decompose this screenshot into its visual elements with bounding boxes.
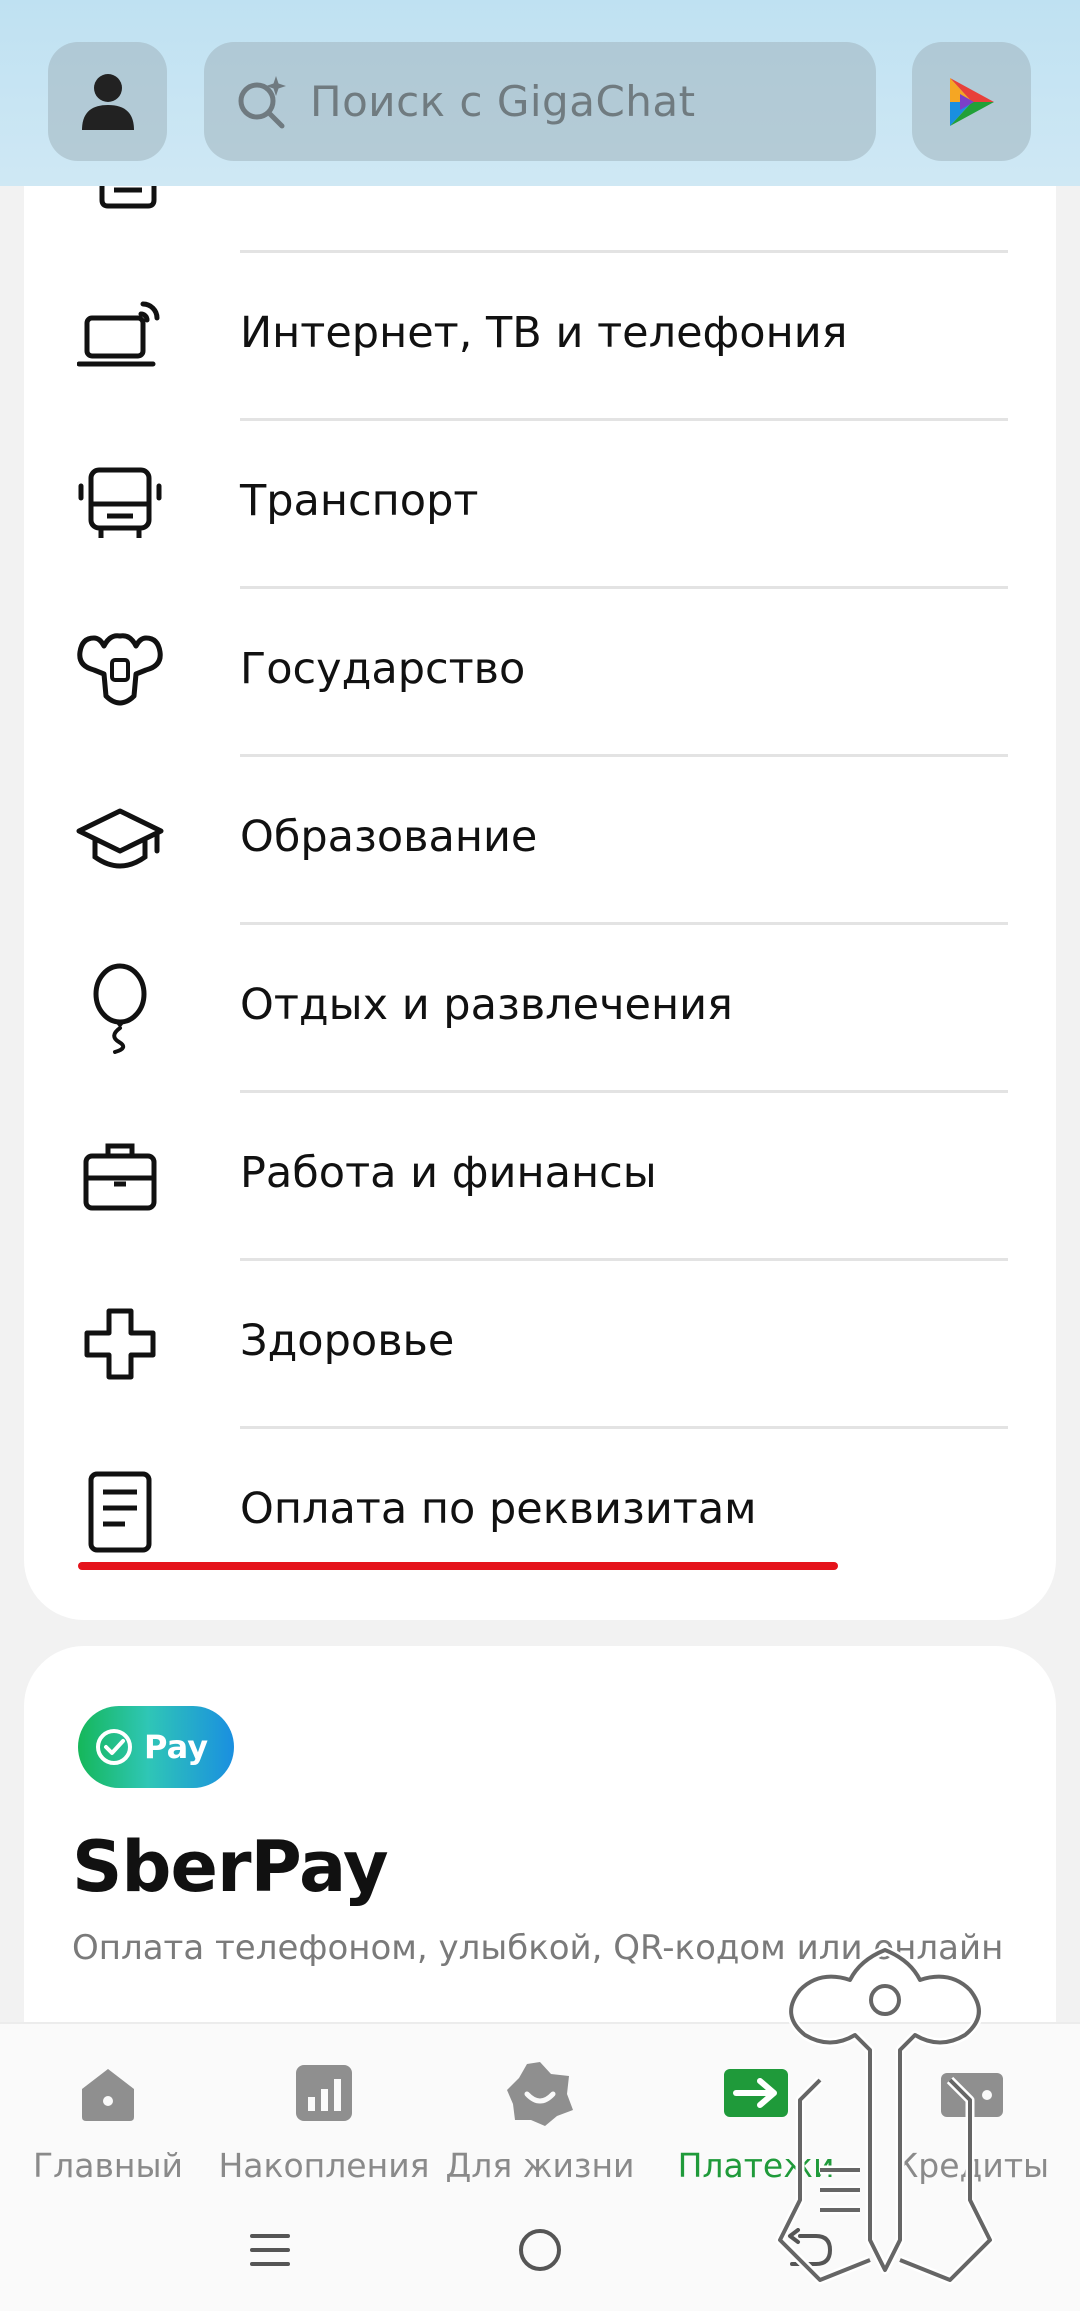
key-emblem-watermark: [775, 1945, 995, 2285]
category-leisure[interactable]: Отдых и развлечения: [24, 922, 1056, 1090]
category-work-finance[interactable]: Работа и финансы: [24, 1090, 1056, 1258]
search-input[interactable]: Поиск с GigaChat: [204, 42, 876, 161]
category-transport[interactable]: Транспорт: [24, 418, 1056, 586]
category-label: Транспорт: [240, 476, 479, 526]
recent-apps-button[interactable]: [230, 2218, 310, 2282]
category-internet-tv-phone[interactable]: Интернет, ТВ и телефония: [24, 250, 1056, 418]
bus-icon: [74, 458, 166, 550]
partial-document-icon: [99, 186, 157, 209]
profile-button[interactable]: [48, 42, 167, 161]
payment-categories-card: Интернет, ТВ и телефония Транспорт Госуд…: [24, 100, 1056, 1620]
category-label: Государство: [240, 644, 526, 694]
divider: [240, 1426, 1008, 1429]
nav-item-savings[interactable]: Накопления: [216, 2058, 432, 2208]
home-system-button[interactable]: [500, 2218, 580, 2282]
divider: [240, 922, 1008, 925]
briefcase-icon: [74, 1130, 166, 1222]
nav-label: Накопления: [218, 2146, 430, 2185]
salute-assistant-icon: [949, 77, 994, 126]
balloon-icon: [74, 962, 166, 1054]
category-education[interactable]: Образование: [24, 754, 1056, 922]
sberpay-badge: Pay: [78, 1706, 234, 1788]
circle-icon: [519, 2229, 561, 2271]
category-label: Работа и финансы: [240, 1148, 657, 1198]
category-label: Отдых и развлечения: [240, 980, 733, 1030]
divider: [240, 754, 1008, 757]
category-label: Интернет, ТВ и телефония: [240, 308, 848, 358]
coat-of-arms-icon: [74, 626, 166, 718]
divider: [240, 1258, 1008, 1261]
menu-lines-icon: [250, 2234, 290, 2266]
nav-item-home[interactable]: Главный: [0, 2058, 216, 2208]
divider: [240, 586, 1008, 589]
search-placeholder: Поиск с GigaChat: [310, 77, 696, 126]
category-label: Оплата по реквизитам: [240, 1484, 757, 1534]
nav-item-for-life[interactable]: Для жизни: [432, 2058, 648, 2208]
nav-label: Главный: [33, 2146, 183, 2185]
check-circle-icon: [96, 1729, 132, 1765]
category-label: Здоровье: [240, 1316, 455, 1366]
home-icon: [73, 2058, 143, 2128]
medical-cross-icon: [74, 1298, 166, 1390]
top-header: Поиск с GigaChat: [0, 0, 1080, 186]
highlight-underline: [78, 1562, 838, 1570]
assistant-button[interactable]: [912, 42, 1031, 161]
divider: [240, 250, 1008, 253]
divider: [240, 418, 1008, 421]
gigachat-search-icon: [238, 75, 286, 128]
nav-label: Для жизни: [445, 2146, 635, 2185]
sberpay-title: SberPay: [72, 1826, 389, 1908]
document-icon: [74, 1466, 166, 1558]
category-health[interactable]: Здоровье: [24, 1258, 1056, 1426]
pay-badge-text: Pay: [144, 1728, 209, 1766]
smile-flower-icon: [505, 2058, 575, 2128]
chart-icon: [289, 2058, 359, 2128]
category-label: Образование: [240, 812, 538, 862]
divider: [240, 1090, 1008, 1093]
user-icon: [81, 73, 134, 130]
laptop-icon: [74, 290, 166, 382]
graduation-cap-icon: [74, 794, 166, 886]
category-government[interactable]: Государство: [24, 586, 1056, 754]
